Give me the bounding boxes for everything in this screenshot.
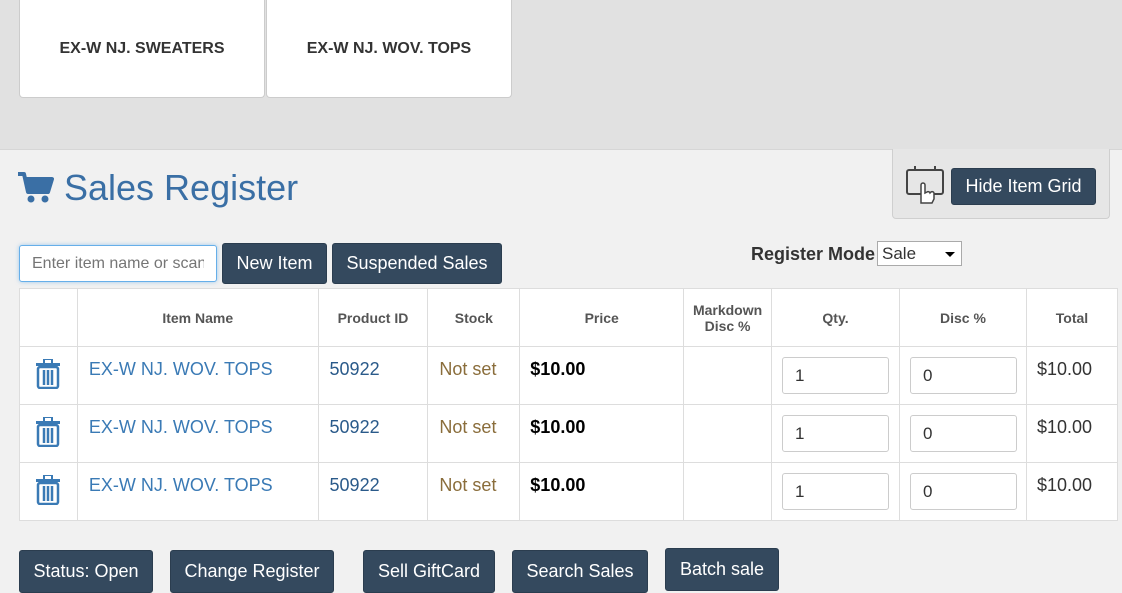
stock-value: Not set [427, 462, 521, 521]
suspended-sales-button[interactable]: Suspended Sales [332, 243, 502, 284]
item-name-link[interactable]: EX-W NJ. WOV. TOPS [76, 404, 319, 463]
new-item-button[interactable]: New Item [222, 243, 327, 284]
product-id: 50922 [317, 404, 429, 463]
table-row: EX-W NJ. WOV. TOPS 50922 Not set $10.00 … [19, 346, 1119, 405]
page-title-text: Sales Register [64, 167, 299, 208]
touch-screen-icon [906, 166, 944, 204]
category-tile-wov-tops[interactable]: EX-W NJ. WOV. TOPS [266, 0, 512, 98]
total-value: $10.00 [1025, 404, 1119, 463]
stock-value: Not set [427, 404, 521, 463]
markdown-disc [683, 404, 773, 463]
page-title: Sales Register [18, 167, 298, 209]
header-price: Price [519, 288, 685, 347]
header-markdown: Markdown Disc % [683, 288, 773, 347]
category-tile-sweaters[interactable]: EX-W NJ. SWEATERS [19, 0, 265, 98]
disc-input[interactable]: 0 [910, 473, 1017, 510]
hide-item-grid-button[interactable]: Hide Item Grid [951, 168, 1096, 205]
table-header-row: Item Name Product ID Stock Price Markdow… [19, 288, 1119, 347]
disc-cell: 0 [899, 346, 1027, 405]
search-sales-button[interactable]: Search Sales [512, 550, 648, 593]
header-product-id: Product ID [317, 288, 429, 347]
delete-cell [19, 462, 78, 521]
stock-value: Not set [427, 346, 521, 405]
qty-cell: 1 [771, 462, 900, 521]
product-id: 50922 [317, 346, 429, 405]
table-row: EX-W NJ. WOV. TOPS 50922 Not set $10.00 … [19, 404, 1119, 463]
qty-input[interactable]: 1 [782, 357, 890, 394]
trash-icon[interactable] [35, 358, 61, 390]
header-disc: Disc % [899, 288, 1027, 347]
disc-input[interactable]: 0 [910, 357, 1017, 394]
qty-cell: 1 [771, 404, 900, 463]
header-qty: Qty. [771, 288, 900, 347]
item-search-input[interactable] [19, 245, 217, 282]
trash-icon[interactable] [35, 416, 61, 448]
disc-cell: 0 [899, 404, 1027, 463]
price-value[interactable]: $10.00 [519, 404, 685, 463]
sell-giftcard-button[interactable]: Sell GiftCard [363, 550, 495, 593]
trash-icon[interactable] [35, 474, 61, 506]
price-value[interactable]: $10.00 [519, 346, 685, 405]
item-name-link[interactable]: EX-W NJ. WOV. TOPS [76, 346, 319, 405]
header-total: Total [1025, 288, 1119, 347]
status-open-button[interactable]: Status: Open [19, 550, 153, 593]
total-value: $10.00 [1025, 462, 1119, 521]
price-value[interactable]: $10.00 [519, 462, 685, 521]
register-mode-label: Register Mode [751, 244, 876, 264]
register-mode-value: Sale [882, 243, 917, 263]
change-register-button[interactable]: Change Register [170, 550, 334, 593]
qty-cell: 1 [771, 346, 900, 405]
qty-input[interactable]: 1 [782, 415, 890, 452]
cart-table: Item Name Product ID Stock Price Markdow… [19, 288, 1119, 521]
item-name-link[interactable]: EX-W NJ. WOV. TOPS [76, 462, 319, 521]
table-row: EX-W NJ. WOV. TOPS 50922 Not set $10.00 … [19, 462, 1119, 521]
header-delete [19, 288, 78, 347]
disc-cell: 0 [899, 462, 1027, 521]
markdown-disc [683, 462, 773, 521]
delete-cell [19, 404, 78, 463]
disc-input[interactable]: 0 [910, 415, 1017, 452]
batch-sale-button[interactable]: Batch sale [665, 548, 779, 591]
delete-cell [19, 346, 78, 405]
chevron-down-icon [945, 252, 955, 257]
product-id: 50922 [317, 462, 429, 521]
qty-input[interactable]: 1 [782, 473, 890, 510]
header-item-name: Item Name [76, 288, 319, 347]
shopping-cart-icon [18, 172, 54, 203]
header-stock: Stock [427, 288, 521, 347]
markdown-disc [683, 346, 773, 405]
total-value: $10.00 [1025, 346, 1119, 405]
register-mode-select[interactable]: Sale [877, 241, 962, 266]
